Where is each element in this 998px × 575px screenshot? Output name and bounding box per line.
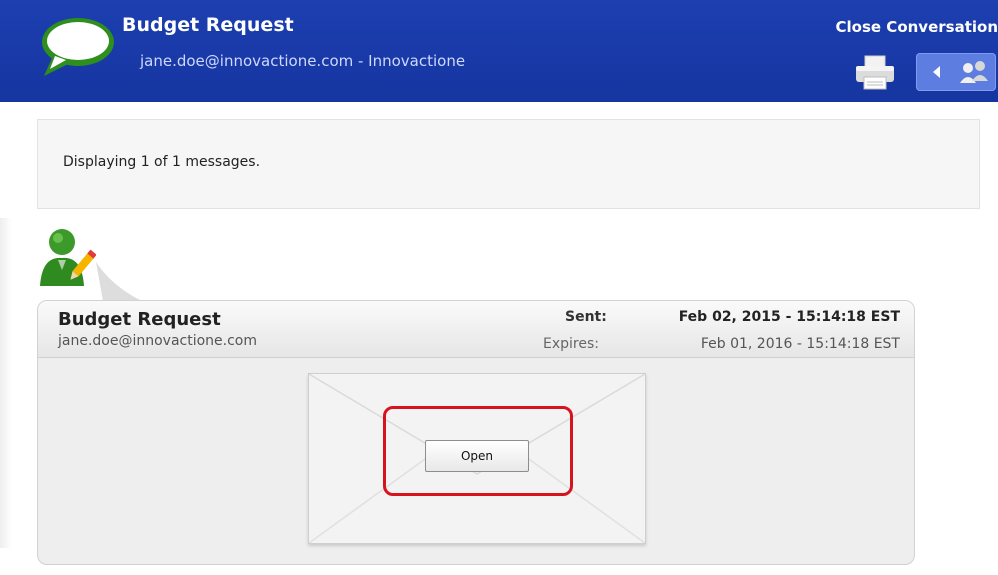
printer-icon[interactable]	[853, 54, 897, 92]
message-subject: Budget Request	[58, 309, 221, 330]
expires-label: Expires:	[543, 336, 599, 352]
message-count-panel: Displaying 1 of 1 messages.	[37, 119, 980, 209]
message-card: Budget Request jane.doe@innovactione.com…	[37, 300, 915, 565]
user-edit-icon	[40, 229, 96, 286]
conversation-title: Budget Request	[122, 14, 294, 36]
contacts-button[interactable]	[916, 53, 996, 91]
conversation-participant: jane.doe@innovactione.com - Innovactione	[140, 52, 466, 70]
envelope-graphic: Open	[308, 373, 646, 544]
sent-label: Sent:	[565, 309, 607, 325]
expires-date: Feb 01, 2016 - 15:14:18 EST	[700, 336, 900, 352]
message-sender: jane.doe@innovactione.com	[58, 333, 258, 349]
back-arrow-icon	[933, 66, 940, 78]
conversation-header: Budget Request jane.doe@innovactione.com…	[0, 0, 998, 102]
message-header: Budget Request jane.doe@innovactione.com…	[38, 301, 914, 358]
message-count-text: Displaying 1 of 1 messages.	[63, 154, 261, 170]
sent-date: Feb 02, 2015 - 15:14:18 EST	[678, 309, 900, 325]
close-conversation-link[interactable]: Close Conversation	[836, 18, 998, 36]
left-shadow	[0, 218, 12, 548]
contacts-icon	[960, 61, 988, 83]
open-message-button[interactable]: Open	[425, 440, 529, 472]
chat-bubble-icon	[42, 18, 114, 76]
